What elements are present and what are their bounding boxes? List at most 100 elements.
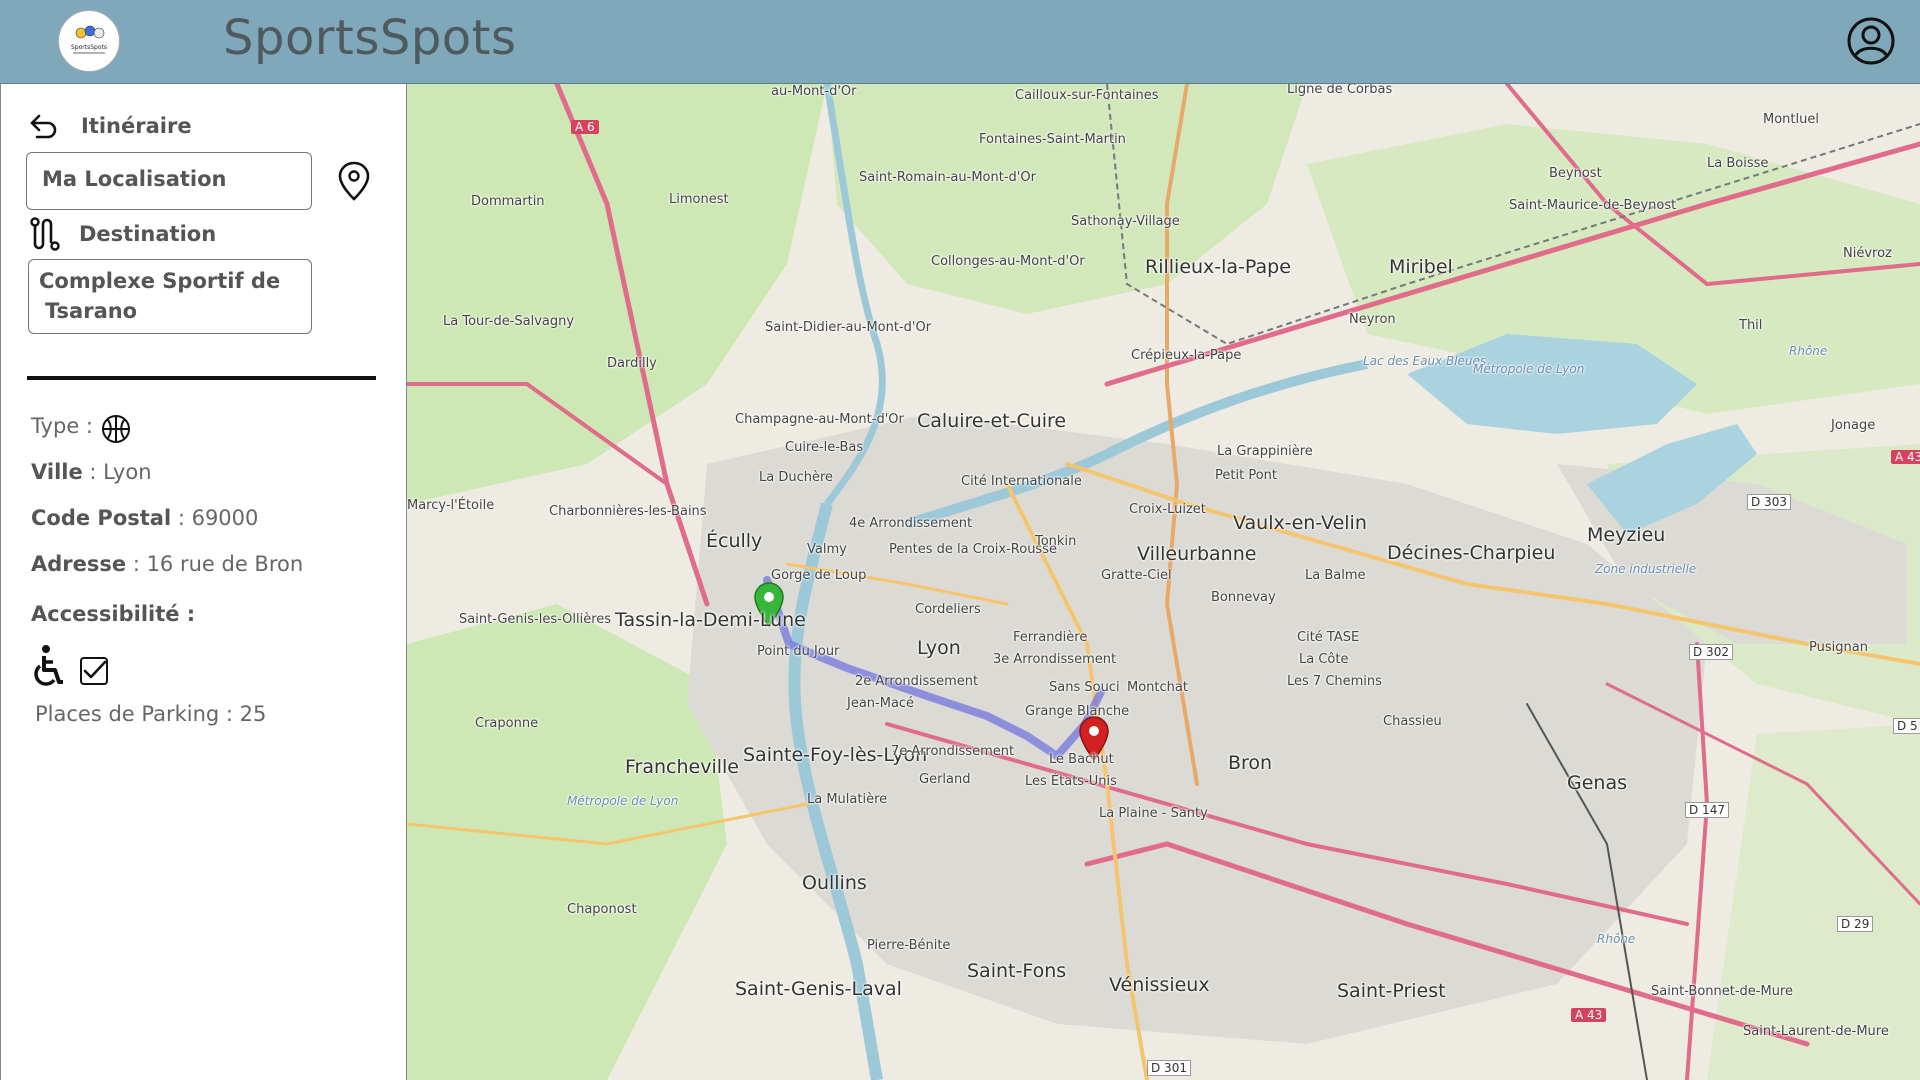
place-label: Marcy-l'Étoile (407, 498, 495, 513)
place-label: Petit Pont (1215, 468, 1277, 483)
place-label: Écully (706, 530, 763, 552)
place-label: Crépieux-la-Pape (1131, 348, 1242, 363)
place-label: Meyzieu (1587, 524, 1666, 546)
city-row: Ville : Lyon (31, 460, 152, 484)
place-label: La Balme (1305, 568, 1366, 583)
place-label: Chassieu (1383, 714, 1442, 729)
river-label: Rhône (1597, 932, 1636, 946)
place-label: 4e Arrondissement (849, 516, 973, 531)
place-label: Pusignan (1809, 640, 1868, 655)
place-label: Saint-Didier-au-Mont-d'Or (765, 320, 932, 335)
app-logo[interactable]: SportsSpots (58, 10, 120, 72)
place-label: La Côte (1299, 652, 1349, 667)
place-label: Miribel (1389, 256, 1453, 278)
place-label: Saint-Maurice-de-Beynost (1509, 198, 1677, 213)
place-label: Caluire-et-Cuire (917, 410, 1067, 432)
place-label: Limonest (669, 192, 729, 207)
place-label: Bonnevay (1211, 590, 1276, 605)
city-label: Ville (31, 460, 83, 484)
place-label: Décines-Charpieu (1387, 542, 1556, 564)
place-label: Saint-Genis-Laval (735, 978, 902, 1000)
place-label: Beynost (1549, 166, 1602, 181)
accessible-checkbox[interactable] (79, 656, 109, 686)
place-label: Oullins (802, 872, 867, 894)
type-label: Type : (31, 414, 93, 438)
place-label: Lyon (917, 637, 961, 659)
place-label: Villeurbanne (1137, 543, 1257, 565)
road-ref: D 302 (1689, 644, 1733, 660)
place-label: Point du Jour (757, 644, 840, 659)
road-ref: D 5 (1893, 718, 1920, 734)
place-label: Chaponost (567, 902, 637, 917)
parking-text: Places de Parking : 25 (35, 702, 267, 726)
place-label: Craponne (475, 716, 539, 731)
place-label: Francheville (625, 756, 739, 778)
place-label: au-Mont-d'Or (771, 84, 857, 99)
user-circle-icon[interactable] (1846, 16, 1896, 66)
accessibility-row: Accessibilité : (31, 602, 195, 626)
address-label: Adresse (31, 552, 127, 576)
place-label: Neyron (1349, 312, 1396, 327)
basketball-icon (102, 415, 130, 443)
place-label: Jean-Macé (847, 696, 915, 711)
postal-value: : 69000 (171, 506, 259, 530)
place-label: Rillieux-la-Pape (1145, 256, 1291, 278)
road-ref: A 43 (1891, 450, 1920, 464)
destination-line-2: Tsarano (45, 299, 138, 323)
route-icon (30, 217, 60, 251)
place-label: Bron (1228, 752, 1273, 774)
place-label: Montluel (1763, 112, 1819, 127)
place-label: Saint-Laurent-de-Mure (1743, 1024, 1889, 1039)
place-label: Saint-Bonnet-de-Mure (1651, 984, 1793, 999)
origin-input[interactable]: Ma Localisation (26, 152, 312, 210)
area-label: Zone industrielle (1595, 562, 1697, 576)
postal-label: Code Postal (31, 506, 172, 530)
place-label: Croix-Luizet (1129, 502, 1206, 517)
destination-input[interactable]: Complexe Sportif de Tsarano (28, 259, 312, 334)
place-label: Gerland (919, 772, 971, 787)
itinerary-panel: Itinéraire Ma Localisation Destination C… (0, 84, 407, 1080)
place-label: Vénissieux (1109, 974, 1210, 996)
road-ref: A 43 (1571, 1008, 1607, 1022)
place-label: Sans Souci (1049, 680, 1120, 695)
place-label: Jonage (1831, 418, 1876, 433)
address-row: Adresse : 16 rue de Bron (31, 552, 303, 576)
road-ref: D 303 (1747, 494, 1791, 510)
itinerary-label: Itinéraire (81, 114, 192, 138)
place-label: 7e Arrondissement (891, 744, 1015, 759)
place-label: Collonges-au-Mont-d'Or (931, 254, 1085, 269)
place-label: Thil (1739, 318, 1763, 333)
location-pin-icon[interactable] (335, 160, 373, 202)
place-label: Sathonay-Village (1071, 214, 1180, 229)
place-label: Les États-Unis (1025, 774, 1117, 789)
logo-balls-icon (73, 25, 105, 54)
back-arrow-icon[interactable] (29, 112, 59, 140)
itinerary-header: Itinéraire (29, 112, 192, 140)
place-label: La Plaine - Santy (1099, 806, 1208, 821)
place-label: Fontaines-Saint-Martin (979, 132, 1126, 147)
postal-row: Code Postal : 69000 (31, 506, 258, 530)
place-label: Charbonnières-les-Bains (549, 504, 707, 519)
place-label: La Boisse (1707, 156, 1769, 171)
map-view[interactable]: Lyon Villeurbanne Vaulx-en-Velin Décines… (407, 84, 1920, 1080)
place-label: Saint-Priest (1337, 980, 1446, 1002)
area-label: Métropole de Lyon (1473, 362, 1585, 376)
area-label: Métropole de Lyon (567, 794, 679, 808)
logo-text: SportsSpots (71, 44, 107, 51)
place-label: Saint-Romain-au-Mont-d'Or (859, 170, 1036, 185)
place-label: Cité TASE (1297, 630, 1360, 645)
place-label: Gorge de Loup (771, 568, 867, 583)
address-value: : 16 rue de Bron (126, 552, 304, 576)
place-label: Tonkin (1035, 534, 1077, 549)
place-label: Vaulx-en-Velin (1233, 512, 1367, 534)
place-label: La Grappinière (1217, 444, 1313, 459)
app-header: SportsSpots SportsSpots (0, 0, 1920, 84)
place-label: Dommartin (471, 194, 545, 209)
place-label: Pierre-Bénite (867, 938, 951, 953)
rail-label: Ligne de Corbas (1287, 84, 1393, 97)
place-label: La Duchère (759, 470, 834, 485)
place-label: Montchat (1127, 680, 1188, 695)
place-label: Champagne-au-Mont-d'Or (735, 412, 904, 427)
road-ref: D 301 (1147, 1060, 1191, 1076)
place-label: 3e Arrondissement (993, 652, 1117, 667)
